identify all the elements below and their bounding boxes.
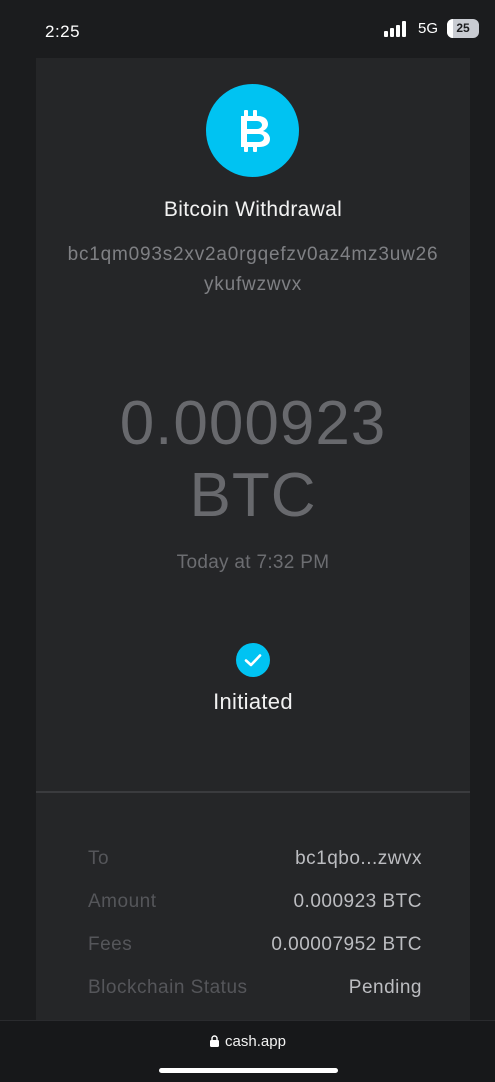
divider bbox=[36, 791, 470, 793]
transaction-status: Initiated bbox=[213, 689, 293, 714]
wallet-address: bc1qm093s2xv2a0rgqefzv0az4mz3uw26ykufwzw… bbox=[67, 244, 439, 295]
detail-label: Amount bbox=[88, 891, 157, 912]
detail-value: bc1qbo...zwvx bbox=[295, 848, 422, 869]
url-bar[interactable]: cash.app bbox=[0, 1033, 495, 1050]
browser-bottom-bar: cash.app bbox=[0, 1020, 495, 1082]
network-type: 5G bbox=[418, 20, 439, 37]
detail-value: 0.000923 BTC bbox=[293, 891, 422, 912]
status-time: 2:25 bbox=[45, 22, 81, 41]
detail-value: 0.00007952 BTC bbox=[271, 934, 422, 955]
detail-label: Fees bbox=[88, 934, 133, 955]
bitcoin-icon bbox=[206, 84, 299, 177]
amount-unit: BTC bbox=[189, 461, 317, 530]
amount-value: 0.000923 bbox=[119, 389, 387, 458]
home-indicator[interactable] bbox=[159, 1068, 338, 1073]
detail-label: Blockchain Status bbox=[88, 977, 248, 998]
detail-row-to: To bc1qbo...zwvx bbox=[88, 848, 422, 891]
lock-icon bbox=[210, 1035, 220, 1047]
url-text: cash.app bbox=[225, 1033, 286, 1050]
battery-level: 25 bbox=[456, 21, 470, 35]
detail-row-amount: Amount 0.000923 BTC bbox=[88, 891, 422, 934]
battery-icon: 25 bbox=[447, 19, 479, 38]
detail-row-fees: Fees 0.00007952 BTC bbox=[88, 934, 422, 977]
detail-row-blockchain-status: Blockchain Status Pending bbox=[88, 977, 422, 1020]
detail-label: To bbox=[88, 848, 110, 869]
signal-icon bbox=[384, 21, 410, 37]
transaction-card: Bitcoin Withdrawal bc1qm093s2xv2a0rgqefz… bbox=[36, 58, 470, 1020]
transaction-date: Today at 7:32 PM bbox=[176, 552, 330, 573]
detail-value: Pending bbox=[348, 977, 422, 998]
checkmark-icon bbox=[236, 643, 270, 677]
transaction-title: Bitcoin Withdrawal bbox=[163, 198, 343, 221]
screen: 2:25 5G 25 Bitcoin Withdrawal bc1qm093s2… bbox=[0, 0, 495, 1082]
amount-display: 0.000923 BTC bbox=[36, 388, 470, 532]
status-bar: 2:25 5G 25 bbox=[0, 0, 495, 58]
details-list: To bc1qbo...zwvx Amount 0.000923 BTC Fee… bbox=[88, 848, 422, 1020]
